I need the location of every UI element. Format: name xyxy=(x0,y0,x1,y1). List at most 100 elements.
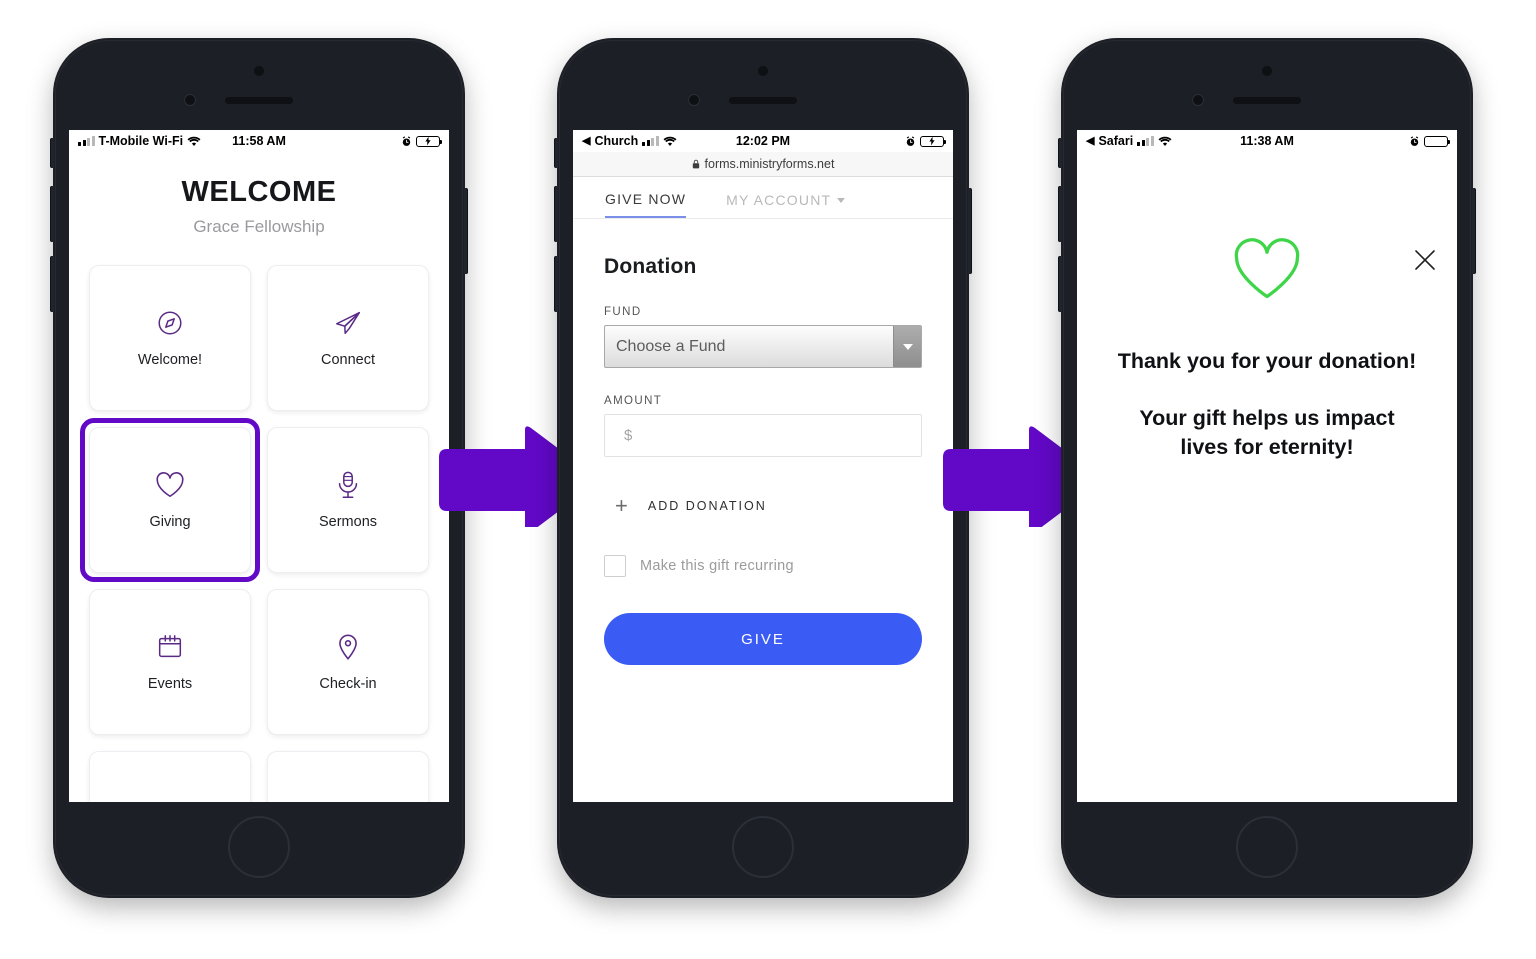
volume-up-button[interactable] xyxy=(1058,186,1062,242)
give-button-label: GIVE xyxy=(741,630,785,648)
tile-welcome[interactable]: Welcome! xyxy=(89,265,251,411)
power-button[interactable] xyxy=(1472,188,1476,274)
volume-down-button[interactable] xyxy=(1058,256,1062,312)
amount-field-label: AMOUNT xyxy=(604,395,663,407)
thank-you-screen-body: Thank you for your donation! Your gift h… xyxy=(1077,236,1457,802)
fund-select[interactable]: Choose a Fund xyxy=(604,325,922,368)
battery-charging-icon xyxy=(416,135,443,147)
amount-placeholder: $ xyxy=(624,427,633,444)
thank-you-headline: Thank you for your donation! xyxy=(1117,349,1417,373)
screenshot-stage: T-Mobile Wi-Fi 11:58 AM WELCOME Grace Fe… xyxy=(0,0,1536,959)
alarm-clock-icon xyxy=(1410,135,1419,146)
tile-label: Connect xyxy=(320,352,375,368)
wifi-icon xyxy=(663,136,677,146)
volume-down-button[interactable] xyxy=(50,256,54,312)
battery-full-icon xyxy=(1424,135,1451,147)
proximity-sensor-icon xyxy=(688,94,700,106)
back-to-app-icon[interactable]: ◀ xyxy=(582,135,590,147)
mute-switch[interactable] xyxy=(554,138,558,168)
home-button[interactable] xyxy=(732,816,794,878)
power-button[interactable] xyxy=(464,188,468,274)
map-pin-icon xyxy=(339,634,357,660)
tile-wrap-sermons: Sermons xyxy=(267,427,429,573)
phone2-status-bar: ◀ Church 12:02 PM xyxy=(573,130,953,152)
heart-icon xyxy=(156,472,184,498)
tile-connect[interactable]: Connect xyxy=(267,265,429,411)
tab-give-now[interactable]: GIVE NOW xyxy=(605,191,687,218)
tile-partial-right[interactable] xyxy=(267,751,429,802)
volume-up-button[interactable] xyxy=(554,186,558,242)
alarm-clock-icon xyxy=(402,135,411,146)
front-camera-icon xyxy=(254,66,264,76)
recurring-gift-row[interactable]: Make this gift recurring xyxy=(604,555,922,577)
tile-check-in[interactable]: Check-in xyxy=(267,589,429,735)
thank-you-message-line1: Your gift helps us impact xyxy=(1139,406,1395,430)
chevron-down-icon xyxy=(837,197,846,203)
lock-icon xyxy=(692,159,699,169)
tile-label: Check-in xyxy=(319,676,377,692)
tab-label: MY ACCOUNT xyxy=(726,192,832,208)
add-donation-button[interactable]: + ADD DONATION xyxy=(604,495,922,517)
fund-select-value: Choose a Fund xyxy=(616,337,726,355)
calendar-icon xyxy=(158,635,182,658)
earpiece-speaker xyxy=(1233,97,1301,104)
volume-down-button[interactable] xyxy=(554,256,558,312)
microphone-icon xyxy=(338,471,358,498)
tile-giving[interactable]: Giving xyxy=(89,427,251,573)
welcome-screen-body: WELCOME Grace Fellowship Welcome! Connec… xyxy=(69,176,449,802)
volume-up-button[interactable] xyxy=(50,186,54,242)
phone1-screen: T-Mobile Wi-Fi 11:58 AM WELCOME Grace Fe… xyxy=(69,130,449,802)
home-button[interactable] xyxy=(1236,816,1298,878)
tile-partial-left[interactable] xyxy=(89,751,251,802)
close-x-icon[interactable] xyxy=(1413,248,1437,272)
mute-switch[interactable] xyxy=(50,138,54,168)
front-camera-icon xyxy=(1262,66,1272,76)
phone-mockup-donation-form: ◀ Church 12:02 PM forms.ministryforms.ne… xyxy=(554,38,972,898)
tile-events[interactable]: Events xyxy=(89,589,251,735)
phone-mockup-welcome: T-Mobile Wi-Fi 11:58 AM WELCOME Grace Fe… xyxy=(50,38,468,898)
browser-url-bar[interactable]: forms.ministryforms.net xyxy=(573,152,953,177)
back-app-label[interactable]: Safari xyxy=(1098,134,1133,148)
tile-label: Sermons xyxy=(318,514,378,530)
back-app-label[interactable]: Church xyxy=(594,134,638,148)
home-button[interactable] xyxy=(228,816,290,878)
thank-you-message: Your gift helps us impact lives for eter… xyxy=(1103,404,1431,462)
chevron-down-icon[interactable] xyxy=(893,326,921,367)
phone-mockup-thank-you: ◀ Safari 11:38 AM Thank you for your don… xyxy=(1058,38,1476,898)
power-button[interactable] xyxy=(968,188,972,274)
feature-tile-grid: Welcome! Connect Giving Sermons Events C… xyxy=(80,265,429,802)
earpiece-speaker xyxy=(225,97,293,104)
form-title: Donation xyxy=(604,255,697,278)
thank-you-message-line2: lives for eternity! xyxy=(1180,435,1354,460)
alarm-clock-icon xyxy=(906,135,915,146)
tile-wrap-checkin: Check-in xyxy=(267,589,429,735)
phone1-status-bar: T-Mobile Wi-Fi 11:58 AM xyxy=(69,130,449,152)
phone2-screen: ◀ Church 12:02 PM forms.ministryforms.ne… xyxy=(573,130,953,802)
form-tab-bar: GIVE NOW MY ACCOUNT xyxy=(573,177,953,219)
front-camera-icon xyxy=(758,66,768,76)
proximity-sensor-icon xyxy=(1192,94,1204,106)
url-text: forms.ministryforms.net xyxy=(704,157,835,171)
back-to-app-icon[interactable]: ◀ xyxy=(1086,135,1094,147)
tab-my-account[interactable]: MY ACCOUNT xyxy=(726,191,846,218)
tile-wrap-giving-selected: Giving xyxy=(80,418,260,582)
recurring-checkbox[interactable] xyxy=(604,555,626,577)
carrier-label: T-Mobile Wi-Fi xyxy=(98,134,184,148)
phone3-screen: ◀ Safari 11:38 AM Thank you for your don… xyxy=(1077,130,1457,802)
heart-outline-icon xyxy=(1234,238,1300,299)
heart-graphic xyxy=(1103,236,1431,307)
plus-icon: + xyxy=(615,493,628,518)
mute-switch[interactable] xyxy=(1058,138,1062,168)
cellular-signal-icon xyxy=(1137,135,1154,146)
compass-icon xyxy=(158,311,182,335)
tile-wrap-welcome: Welcome! xyxy=(89,265,251,411)
tile-wrap-events: Events xyxy=(89,589,251,735)
fund-field-label: FUND xyxy=(604,306,642,318)
add-donation-label: ADD DONATION xyxy=(647,499,767,513)
tile-sermons[interactable]: Sermons xyxy=(267,427,429,573)
give-submit-button[interactable]: GIVE xyxy=(604,613,922,665)
amount-input[interactable]: $ xyxy=(604,414,922,457)
paper-plane-icon xyxy=(336,311,360,335)
page-title: WELCOME xyxy=(181,176,337,208)
church-name-label: Grace Fellowship xyxy=(193,217,325,236)
